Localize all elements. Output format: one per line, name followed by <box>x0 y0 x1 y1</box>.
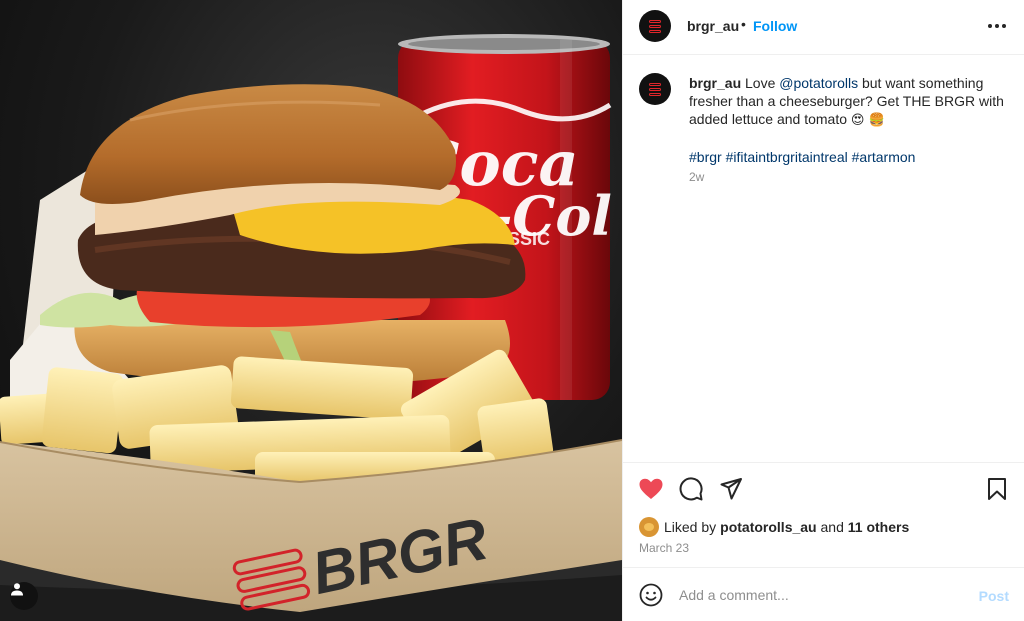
caption-text-before: Love <box>741 75 780 91</box>
likes-others-link[interactable]: 11 others <box>848 519 909 535</box>
likes-user-link[interactable]: potatorolls_au <box>720 519 816 535</box>
post-header: brgr_au • Follow <box>623 0 1024 55</box>
share-icon <box>720 478 742 500</box>
author-username[interactable]: brgr_au <box>687 18 739 34</box>
caption-hashtags[interactable]: #brgr #ifitaintbrgritaintreal #artarmon <box>689 148 1009 166</box>
post-photo[interactable]: Coca -Col SSIC BRGR <box>0 0 622 621</box>
caption-section: brgr_au Love @potatorolls but want somet… <box>623 56 1024 462</box>
caption-mention-link[interactable]: @potatorolls <box>779 75 858 91</box>
comment-button[interactable] <box>677 475 705 503</box>
comment-input[interactable] <box>679 582 959 608</box>
person-tag-icon <box>11 583 23 596</box>
caption-username[interactable]: brgr_au <box>689 75 741 91</box>
author-avatar[interactable] <box>639 10 671 42</box>
liker-avatar[interactable] <box>639 517 659 537</box>
comment-form: Post <box>623 567 1024 621</box>
comment-icon <box>679 477 703 501</box>
bookmark-icon <box>988 478 1006 500</box>
heart-filled-icon <box>639 478 663 499</box>
more-options-button[interactable] <box>985 14 1009 38</box>
post-details-panel: brgr_au • Follow brgr_au Love @potatorol… <box>622 0 1024 621</box>
save-button[interactable] <box>983 475 1011 503</box>
follow-button[interactable]: Follow <box>753 18 797 34</box>
tagged-user-button[interactable] <box>10 582 38 610</box>
caption-text: brgr_au Love @potatorolls but want somet… <box>689 74 1009 166</box>
post-date: March 23 <box>639 541 690 555</box>
header-separator: • <box>741 16 746 32</box>
more-options-icon <box>988 24 1006 28</box>
likes-summary: Liked by potatorolls_au and 11 others <box>639 517 909 537</box>
likes-middle: and <box>816 519 848 535</box>
like-button[interactable] <box>637 475 665 503</box>
emoji-icon[interactable] <box>639 583 663 607</box>
post-actions: Liked by potatorolls_au and 11 others Ma… <box>623 462 1024 567</box>
burger-photo-illustration: Coca -Col SSIC BRGR <box>0 34 622 621</box>
likes-prefix: Liked by <box>664 519 717 535</box>
caption-author-avatar[interactable] <box>639 73 671 105</box>
share-button[interactable] <box>717 475 745 503</box>
caption-time-ago: 2w <box>689 170 705 184</box>
post-comment-button[interactable]: Post <box>979 588 1009 604</box>
potato-roll-icon <box>644 523 654 531</box>
svg-text:SSIC: SSIC <box>508 229 550 249</box>
caption-emojis: 😍 🍔 <box>850 113 885 128</box>
